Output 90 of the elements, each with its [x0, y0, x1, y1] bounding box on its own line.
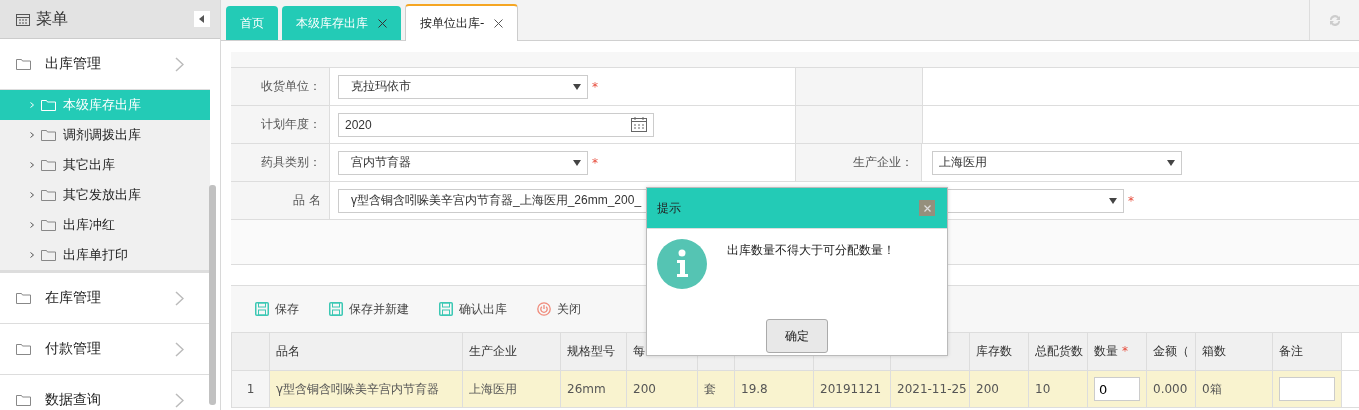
folder-icon [41, 249, 56, 261]
caret-icon [30, 132, 34, 138]
table-cell: 10 [1035, 382, 1051, 396]
input-field[interactable]: 0 [1094, 377, 1140, 401]
column-header: 规格型号 [567, 344, 615, 358]
menu-item[interactable]: 出库冲红 [0, 210, 210, 240]
table-cell: 套 [704, 381, 716, 396]
refresh-icon [1328, 13, 1342, 27]
dropdown-arrow-icon [1167, 159, 1175, 166]
calendar-icon[interactable] [631, 117, 647, 132]
close-icon[interactable] [378, 18, 387, 28]
calendar-icon [16, 12, 30, 26]
caret-icon [30, 252, 34, 258]
save-icon [439, 302, 453, 316]
folder-icon [16, 343, 31, 355]
folder-icon [16, 292, 31, 304]
required-mark: * [1122, 344, 1128, 358]
toolbar-button[interactable]: 关闭 [533, 298, 585, 320]
field-label: 生产企业： [796, 144, 922, 181]
required-mark: * [1128, 193, 1134, 208]
folder-icon [16, 394, 31, 406]
caret-icon [199, 15, 205, 23]
table-cell: 2021-11-25 [897, 382, 967, 396]
folder-icon [41, 99, 56, 111]
field-label: 计划年度： [231, 106, 330, 143]
required-mark: * [592, 79, 598, 94]
column-header: 数量 [1094, 344, 1118, 358]
table-cell: γ型含铜含吲哚美辛宫内节育器 [276, 381, 440, 396]
column-header: 备注 [1279, 344, 1303, 358]
ok-button[interactable]: 确定 [766, 319, 828, 353]
chevron-icon [175, 290, 184, 306]
column-header: 生产企业 [469, 344, 517, 358]
menu-item[interactable]: 调剂调拨出库 [0, 120, 210, 150]
table-cell: 19.8 [741, 382, 768, 396]
chevron-icon [175, 341, 184, 357]
table-cell: 0箱 [1202, 381, 1222, 396]
dropdown-arrow-icon [573, 159, 581, 166]
folder-icon [41, 189, 56, 201]
column-header: 品名 [276, 344, 300, 358]
folder-icon [41, 129, 56, 141]
table-cell: 200 [976, 382, 999, 396]
power-icon [537, 302, 551, 316]
column-header: 总配货数 [1035, 344, 1083, 358]
manufacturer-select[interactable]: 上海医用 [932, 150, 1182, 175]
field-label: 收货单位： [231, 68, 330, 105]
consignee-select[interactable]: 克拉玛依市 [338, 74, 588, 99]
dropdown-arrow-icon [1109, 197, 1117, 204]
menu-item[interactable]: 其它出库 [0, 150, 210, 180]
tab[interactable]: 按单位出库- [405, 4, 519, 41]
toolbar-button[interactable]: 确认出库 [435, 298, 511, 320]
table-cell: 26mm [567, 382, 606, 396]
info-icon [657, 239, 707, 289]
column-header: 库存数 [976, 344, 1012, 358]
year-field[interactable]: 2020 [338, 112, 654, 137]
collapse-button[interactable] [194, 11, 210, 27]
caret-icon [30, 192, 34, 198]
row-number: 1 [246, 382, 255, 396]
folder-icon [41, 159, 56, 171]
table-cell: 20191121 [820, 382, 882, 396]
table-cell: 上海医用 [469, 381, 517, 396]
chevron-icon [175, 392, 184, 408]
dropdown-arrow-icon [573, 83, 581, 90]
caret-icon [30, 162, 34, 168]
toolbar-button[interactable]: 保存并新建 [325, 298, 413, 320]
close-icon[interactable] [494, 19, 504, 28]
table-cell: 0.000 [1153, 382, 1188, 396]
category-select[interactable]: 宫内节育器 [338, 150, 588, 175]
caret-icon [30, 102, 34, 108]
folder-icon [41, 219, 56, 231]
save-icon [255, 302, 269, 316]
caret-icon [30, 222, 34, 228]
close-icon [923, 204, 931, 212]
menu-item[interactable]: 出库单打印 [0, 240, 210, 270]
field-label: 药具类别： [231, 144, 330, 181]
sidebar-title: 菜单 [36, 8, 69, 30]
required-mark: * [592, 155, 598, 170]
column-header: 金额（ [1153, 344, 1189, 358]
folder-icon [16, 58, 31, 70]
column-header: 每 [633, 344, 645, 358]
save-icon [329, 302, 343, 316]
scrollbar[interactable] [209, 185, 216, 405]
column-header: 箱数 [1202, 344, 1226, 358]
dialog-title: 提示 [657, 199, 681, 217]
chevron-icon [175, 56, 184, 72]
table-cell: 200 [633, 382, 656, 396]
menu-item[interactable]: 其它发放出库 [0, 180, 210, 210]
dialog-message: 出库数量不得大于可分配数量！ [727, 242, 895, 259]
input-field[interactable] [1279, 377, 1335, 401]
field-label: 品 名 [231, 182, 330, 219]
toolbar-button[interactable]: 保存 [251, 298, 303, 320]
